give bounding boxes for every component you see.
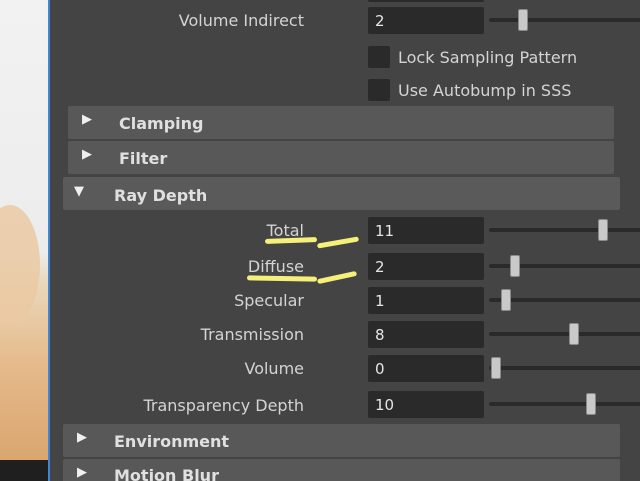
highlight-underline (264, 237, 318, 244)
slider-thumb[interactable] (586, 393, 596, 415)
slider-track (489, 332, 640, 336)
use-autobump-sss-label: Use Autobump in SSS (398, 81, 572, 100)
viewport-preview (0, 0, 50, 481)
slider-thumb[interactable] (490, 357, 501, 379)
specular-slider[interactable] (489, 289, 640, 311)
section-environment[interactable]: ▶ Environment (63, 424, 620, 457)
transparency-depth-field[interactable]: 10 (368, 391, 484, 418)
highlight-underline (316, 270, 358, 285)
diffuse-field[interactable]: 2 (368, 253, 484, 280)
section-motion-blur[interactable]: ▶ Motion Blur (63, 459, 620, 481)
lock-sampling-pattern-checkbox[interactable] (368, 46, 390, 68)
lock-sampling-pattern-label: Lock Sampling Pattern (398, 48, 578, 67)
slider-thumb[interactable] (518, 9, 528, 31)
volume-indirect-label: Volume Indirect (178, 11, 304, 30)
transparency-depth-slider[interactable] (489, 393, 640, 415)
transmission-label: Transmission (200, 325, 304, 344)
viewport-edge (48, 0, 50, 481)
section-title: Clamping (119, 114, 204, 133)
use-autobump-sss-checkbox[interactable] (368, 79, 390, 101)
slider-track (489, 402, 640, 406)
volume-slider[interactable] (489, 357, 640, 379)
transmission-slider[interactable] (489, 323, 640, 345)
slider-track (489, 298, 640, 302)
section-title: Motion Blur (114, 466, 219, 481)
highlight-underline (246, 275, 318, 282)
render-preview-image (0, 0, 48, 460)
transparency-depth-label: Transparency Depth (143, 396, 304, 415)
triangle-down-icon: ▼ (74, 184, 84, 199)
volume-field[interactable]: 0 (368, 355, 484, 382)
highlight-underline (316, 236, 360, 249)
slider-thumb[interactable] (597, 219, 608, 241)
transmission-field[interactable]: 8 (368, 321, 484, 348)
triangle-right-icon: ▶ (82, 147, 92, 162)
viewport-status-bar (0, 460, 48, 481)
volume-indirect-field[interactable]: 2 (368, 7, 484, 34)
section-title: Environment (114, 432, 230, 451)
specular-field[interactable]: 1 (368, 287, 484, 314)
triangle-right-icon: ▶ (77, 465, 87, 480)
volume-label: Volume (244, 359, 304, 378)
diffuse-slider[interactable] (489, 255, 640, 277)
render-settings-panel: Volume Indirect 2 Lock Sampling Pattern … (51, 0, 640, 481)
section-clamping[interactable]: ▶ Clamping (68, 106, 614, 139)
diffuse-label: Diffuse (247, 257, 304, 276)
triangle-right-icon: ▶ (77, 430, 87, 445)
slider-track (489, 228, 640, 232)
slider-thumb[interactable] (509, 255, 520, 277)
section-title: Ray Depth (114, 186, 208, 205)
section-title: Filter (119, 149, 168, 168)
specular-label: Specular (234, 291, 304, 310)
volume-indirect-slider[interactable] (489, 9, 640, 31)
total-field[interactable]: 11 (368, 217, 484, 244)
section-filter[interactable]: ▶ Filter (68, 141, 614, 174)
slider-thumb[interactable] (569, 323, 579, 345)
slider-track (489, 18, 640, 22)
total-slider[interactable] (489, 219, 640, 241)
section-ray-depth[interactable]: ▼ Ray Depth (63, 177, 620, 210)
slider-thumb[interactable] (501, 289, 511, 311)
triangle-right-icon: ▶ (82, 112, 92, 127)
slider-track (489, 366, 640, 370)
previous-field[interactable] (368, 0, 484, 2)
